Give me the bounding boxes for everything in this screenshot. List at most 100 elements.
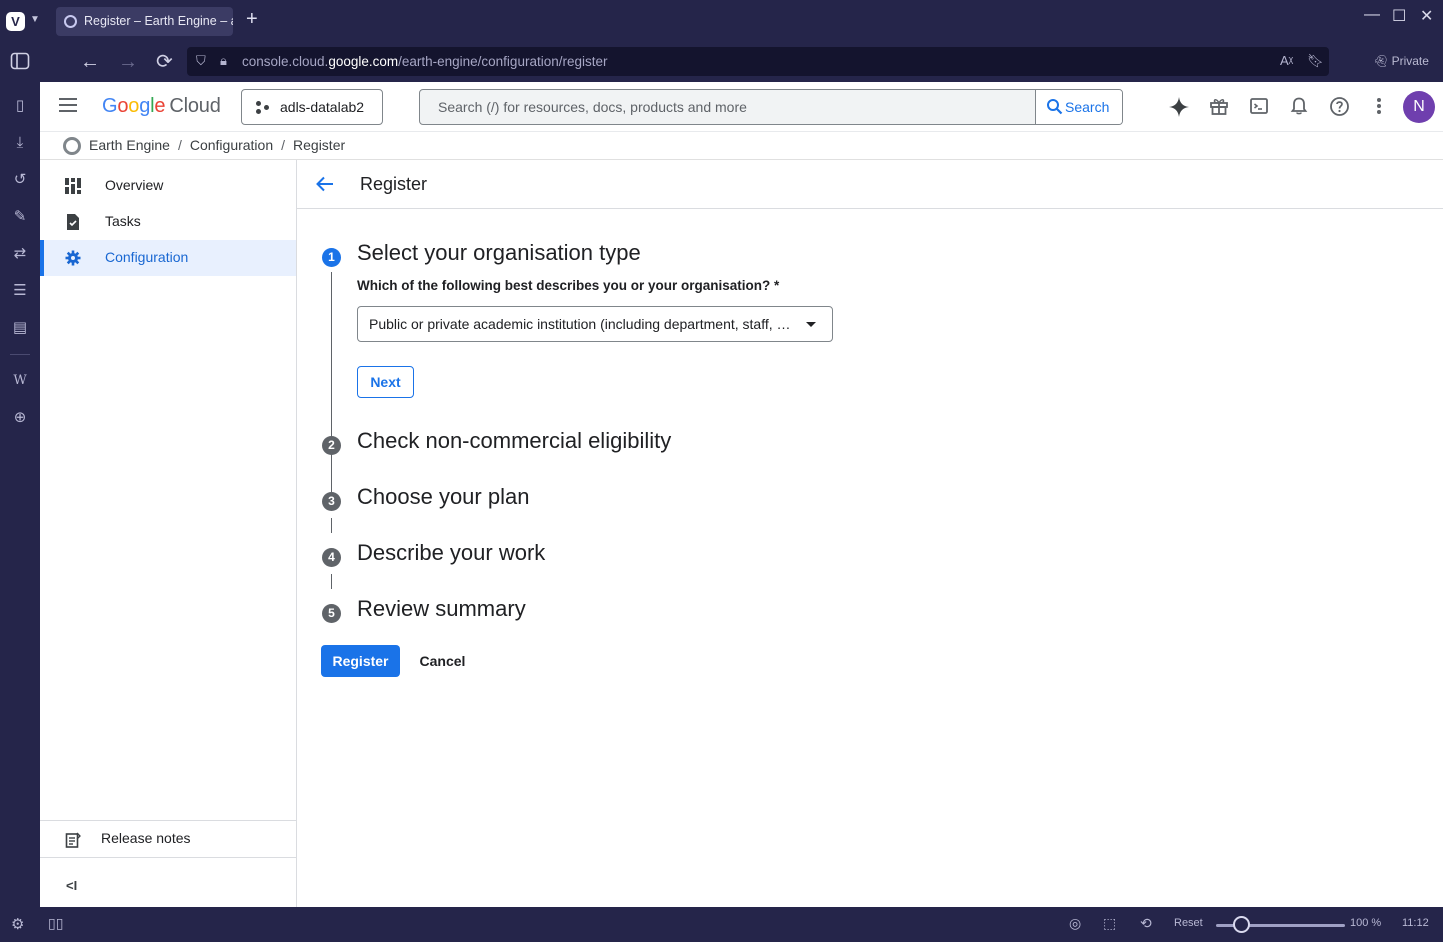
step-number-2: 2 — [322, 436, 341, 455]
reload-icon[interactable]: ⟳ — [156, 51, 173, 73]
add-panel-icon[interactable]: ⊕ — [10, 408, 30, 428]
sidebar-divider — [40, 857, 296, 858]
step-connector — [331, 574, 332, 589]
release-notes-icon — [65, 832, 81, 848]
back-arrow-icon[interactable] — [315, 174, 335, 194]
browser-side-panel: ▯ ⤓ ↺ ✎ ⇄ ☰ ▤ W ⊕ — [0, 82, 40, 907]
gift-icon[interactable] — [1208, 96, 1230, 118]
window-icon[interactable]: ▤ — [10, 318, 30, 338]
gemini-sparkle-icon[interactable] — [1168, 96, 1190, 118]
account-avatar[interactable]: N — [1403, 91, 1435, 123]
downloads-icon[interactable]: ⤓ — [10, 133, 30, 153]
notifications-bell-icon[interactable] — [1288, 96, 1310, 118]
new-tab-icon[interactable]: + — [246, 8, 258, 31]
main-content: Register 1 Select your organisation type… — [297, 160, 1443, 907]
collapse-sidebar-icon[interactable]: <I — [66, 878, 77, 893]
breadcrumb: Earth Engine / Configuration / Register — [40, 132, 1443, 160]
step-number-4: 4 — [322, 548, 341, 567]
step-title-3: Choose your plan — [357, 484, 530, 509]
next-button[interactable]: Next — [357, 366, 414, 398]
step-connector — [331, 518, 332, 533]
private-label: Private — [1391, 54, 1429, 68]
main-menu-icon[interactable] — [59, 98, 77, 112]
wikipedia-icon[interactable]: W — [10, 371, 30, 391]
search-button[interactable]: Search — [1035, 90, 1122, 124]
project-icon — [256, 101, 270, 115]
vivaldi-menu-icon[interactable]: V — [6, 12, 25, 31]
tiling-icon[interactable]: ▯▯ — [48, 915, 63, 932]
zoom-reset[interactable]: Reset — [1174, 917, 1203, 929]
project-name: adls-datalab2 — [280, 99, 365, 115]
breadcrumb-separator: / — [177, 137, 182, 153]
step-number-5: 5 — [322, 604, 341, 623]
panel-toggle-icon[interactable] — [10, 51, 30, 76]
earth-engine-favicon-icon — [64, 15, 77, 28]
sidebar-item-label: Configuration — [105, 249, 189, 265]
earth-engine-icon — [63, 137, 81, 155]
step-title-1[interactable]: Select your organisation type — [357, 240, 641, 266]
notes-icon[interactable]: ✎ — [10, 207, 30, 227]
tasks-icon — [67, 214, 79, 230]
panel-separator — [10, 354, 30, 355]
page-title: Register — [360, 174, 428, 194]
sidebar-item-label: Overview — [105, 177, 164, 193]
forward-icon[interactable]: → — [118, 51, 138, 73]
minimize-icon[interactable]: — — [1364, 6, 1380, 24]
back-icon[interactable]: ← — [80, 51, 100, 73]
translate-icon[interactable]: ⇄ — [10, 244, 30, 264]
project-picker-button[interactable]: adls-datalab2 — [241, 89, 383, 125]
sidebar-item-configuration[interactable]: Configuration — [40, 240, 296, 276]
breadcrumb-configuration[interactable]: Configuration — [190, 137, 273, 153]
clock: 11:12 — [1402, 917, 1429, 929]
translate-page-icon[interactable]: Aᵡ — [1280, 53, 1293, 68]
step-title-5: Review summary — [357, 596, 526, 621]
bookmarks-icon[interactable]: ▯ — [10, 96, 30, 116]
zoom-level: 100 % — [1350, 917, 1382, 929]
search-icon — [1047, 99, 1063, 115]
cloud-console-header: Google Cloud adls-datalab2 Search (/) fo… — [40, 82, 1443, 132]
settings-gear-icon[interactable]: ⚙ — [11, 915, 24, 933]
organisation-type-select[interactable]: Public or private academic institution (… — [357, 306, 833, 342]
url-field[interactable]: ⛉ 🔒︎ console.cloud.google.com/earth-engi… — [187, 47, 1329, 76]
cloud-shell-icon[interactable] — [1248, 96, 1270, 118]
help-icon[interactable] — [1328, 96, 1350, 118]
capture-icon[interactable]: ◎ — [1069, 915, 1081, 932]
more-options-icon[interactable] — [1368, 96, 1390, 118]
zoom-slider-knob[interactable] — [1233, 916, 1250, 933]
web-page: Google Cloud adls-datalab2 Search (/) fo… — [40, 82, 1443, 907]
step-title-4: Describe your work — [357, 540, 546, 565]
dropdown-arrow-icon — [806, 322, 816, 327]
cancel-button[interactable]: Cancel — [410, 645, 475, 677]
register-button[interactable]: Register — [321, 645, 400, 677]
sidebar: Overview Tasks Configuration Release not… — [40, 160, 297, 907]
google-cloud-logo[interactable]: Google Cloud — [102, 95, 221, 118]
ghost-icon: 👻︎ — [1373, 54, 1389, 68]
breadcrumb-register: Register — [293, 137, 346, 153]
history-icon[interactable]: ↺ — [10, 170, 30, 190]
tab-menu-caret-icon[interactable]: ▼ — [30, 14, 40, 25]
sidebar-item-tasks[interactable]: Tasks — [40, 204, 296, 240]
breadcrumb-earth-engine[interactable]: Earth Engine — [89, 137, 170, 153]
page-tiling-icon[interactable]: ⬚ — [1103, 915, 1116, 932]
close-window-icon[interactable]: ✕ — [1420, 6, 1433, 26]
organisation-type-selected-value: Public or private academic institution (… — [369, 316, 791, 332]
organisation-type-question: Which of the following best describes yo… — [357, 278, 780, 293]
url-host: google.com — [328, 54, 399, 69]
url-prefix: console.cloud. — [242, 54, 329, 69]
sync-icon[interactable]: ⟲ — [1140, 915, 1152, 932]
bookmark-page-icon[interactable]: 🔖︎ — [1307, 53, 1324, 69]
maximize-icon[interactable]: ☐ — [1392, 6, 1406, 26]
browser-status-bar: ⚙ ▯▯ ◎ ⬚ ⟲ Reset 100 % 11:12 — [0, 907, 1443, 942]
gear-icon — [65, 250, 81, 266]
search-input[interactable] — [420, 90, 1035, 124]
step-number-3: 3 — [322, 492, 341, 511]
sidebar-item-overview[interactable]: Overview — [40, 168, 296, 204]
step-title-2: Check non-commercial eligibility — [357, 428, 672, 453]
step-number-1: 1 — [322, 248, 341, 267]
browser-tab-active[interactable]: Register – Earth Engine – a — [56, 7, 233, 36]
reading-list-icon[interactable]: ☰ — [10, 281, 30, 301]
breadcrumb-separator: / — [281, 137, 286, 153]
step-connector — [331, 462, 332, 477]
sidebar-item-release-notes[interactable]: Release notes — [40, 821, 296, 857]
shield-icon[interactable]: ⛉ — [196, 53, 206, 69]
